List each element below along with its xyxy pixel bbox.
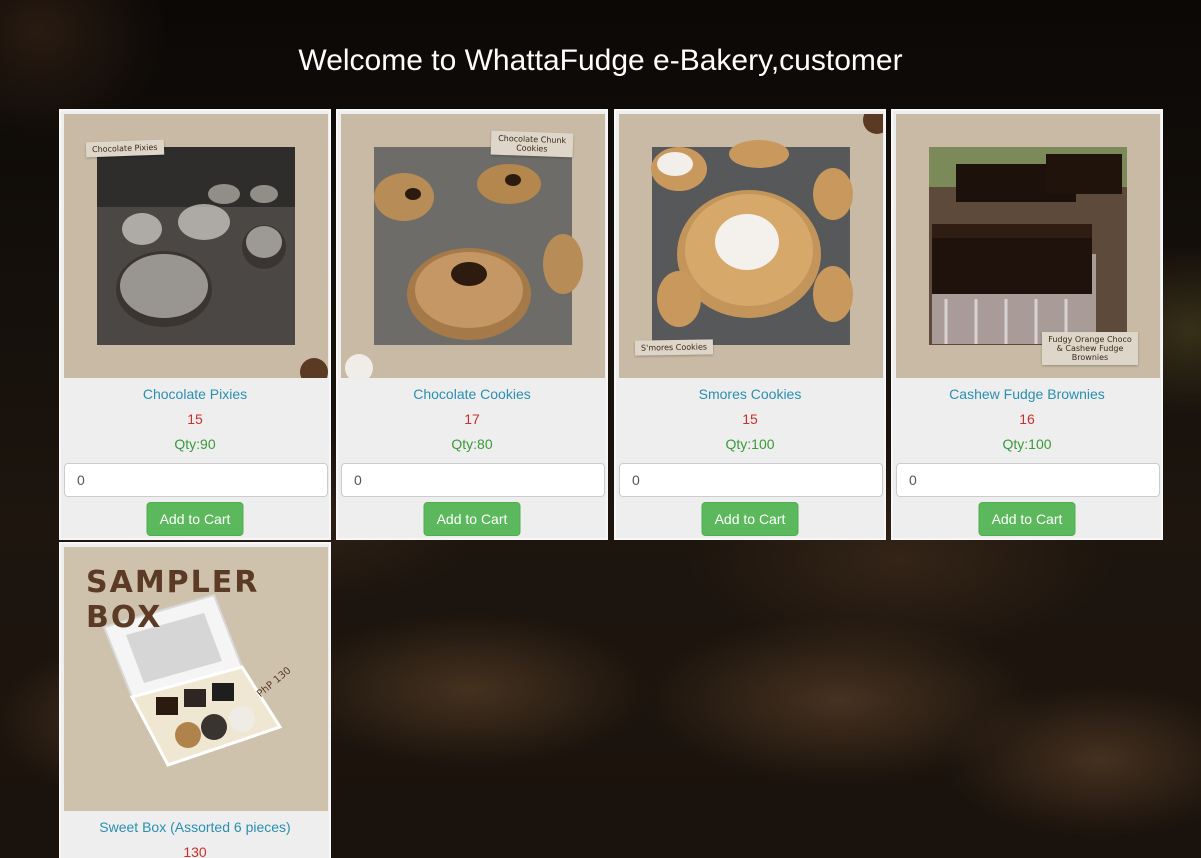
- photo-label: Chocolate Pixies: [85, 139, 164, 158]
- quantity-input[interactable]: [341, 463, 605, 497]
- product-photo[interactable]: Chocolate Pixies: [64, 114, 328, 378]
- photo-label: Chocolate Chunk Cookies: [490, 130, 574, 158]
- product-price: 15: [742, 411, 758, 427]
- product-photo[interactable]: SAMPLER BOX PhP 130: [64, 547, 328, 811]
- page-title: Welcome to WhattaFudge e-Bakery,customer: [298, 44, 903, 77]
- product-photo[interactable]: S'mores Cookies: [619, 114, 883, 378]
- photo-label: S'mores Cookies: [634, 339, 714, 356]
- add-to-cart-button[interactable]: Add to Cart: [423, 502, 521, 536]
- product-name[interactable]: Cashew Fudge Brownies: [893, 386, 1161, 402]
- add-to-cart-button[interactable]: Add to Cart: [701, 502, 799, 536]
- product-name[interactable]: Chocolate Pixies: [61, 386, 329, 402]
- product-card: S'mores Cookies Smores Cookies 15 Qty:10…: [614, 109, 886, 540]
- photo-label: SAMPLER BOX: [86, 565, 260, 635]
- product-qty: Qty:90: [174, 436, 216, 452]
- product-price: 130: [183, 844, 207, 858]
- product-price: 17: [464, 411, 480, 427]
- quantity-input[interactable]: [896, 463, 1160, 497]
- product-card: Fudgy Orange Choco & Cashew Fudge Browni…: [891, 109, 1163, 540]
- product-card: Chocolate Pixies Chocolate Pixies 15 Qty…: [59, 109, 331, 540]
- product-price: 15: [187, 411, 203, 427]
- product-name[interactable]: Smores Cookies: [616, 386, 884, 402]
- add-to-cart-button[interactable]: Add to Cart: [146, 502, 244, 536]
- quantity-input[interactable]: [64, 463, 328, 497]
- smores-cookies-photo: [619, 114, 883, 378]
- photo-label: Fudgy Orange Choco & Cashew Fudge Browni…: [1042, 332, 1138, 365]
- add-to-cart-button[interactable]: Add to Cart: [978, 502, 1076, 536]
- product-photo[interactable]: Chocolate Chunk Cookies: [341, 114, 605, 378]
- product-name[interactable]: Chocolate Cookies: [338, 386, 606, 402]
- product-qty: Qty:80: [451, 436, 493, 452]
- product-card: Chocolate Chunk Cookies Chocolate Cookie…: [336, 109, 608, 540]
- product-name[interactable]: Sweet Box (Assorted 6 pieces): [61, 819, 329, 835]
- product-qty: Qty:100: [725, 436, 775, 452]
- quantity-input[interactable]: [619, 463, 883, 497]
- product-photo[interactable]: Fudgy Orange Choco & Cashew Fudge Browni…: [896, 114, 1160, 378]
- product-price: 16: [1019, 411, 1035, 427]
- product-qty: Qty:100: [1002, 436, 1052, 452]
- product-card: SAMPLER BOX PhP 130 Sweet Box (Assorted …: [59, 542, 331, 858]
